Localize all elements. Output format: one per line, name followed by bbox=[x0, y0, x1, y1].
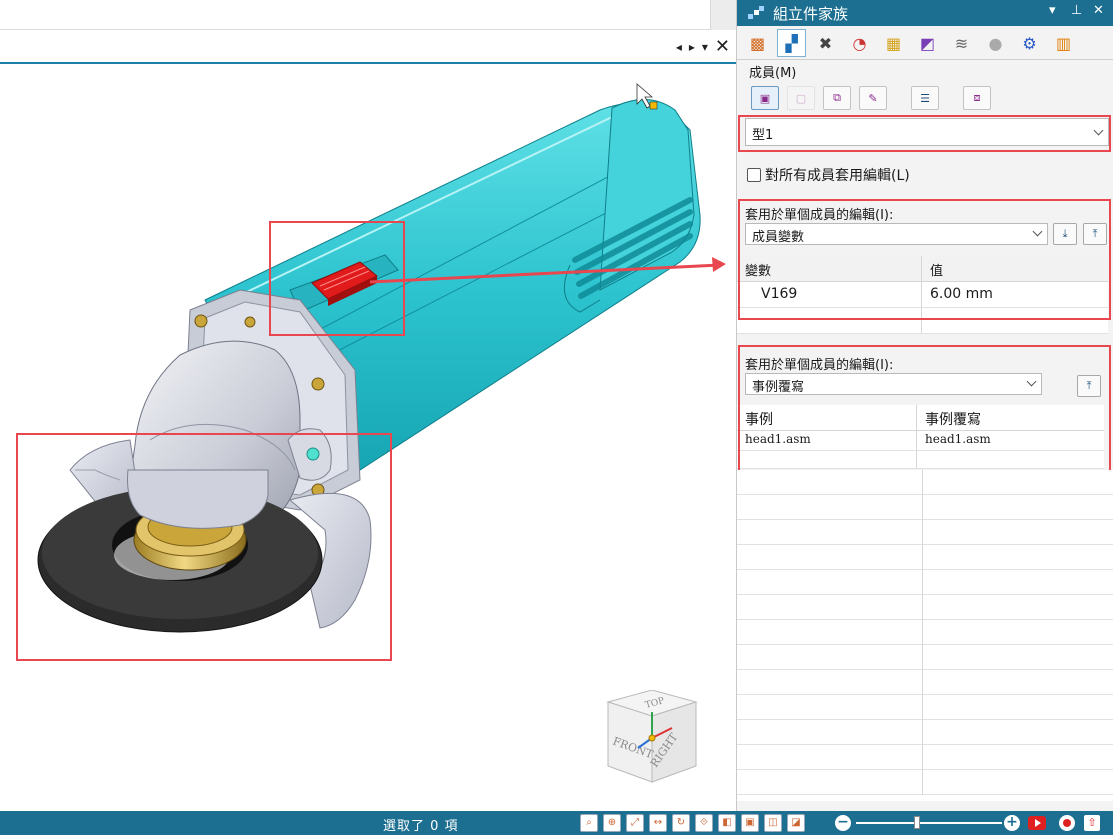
section2-label: 套用於單個成員的編輯(I): bbox=[745, 358, 894, 373]
table-header: 事例 事例覆寫 bbox=[737, 405, 1104, 431]
chevron-down-icon bbox=[1032, 226, 1043, 237]
model-viewport[interactable]: ◂ ▸ ▾ ✕ TOP FRONT RIGHT bbox=[0, 0, 736, 811]
section2-select[interactable]: 事例覆寫 bbox=[745, 373, 1042, 395]
assembly-family-icon bbox=[748, 6, 764, 19]
instance-cell: head1.asm bbox=[737, 431, 917, 450]
variables-table: 變數 值 V169 6.00 mm bbox=[737, 256, 1108, 334]
look-at-icon[interactable]: ⟐ bbox=[695, 814, 713, 832]
annotation-arrow-head bbox=[712, 257, 726, 272]
panel-menu-icon[interactable]: ▾ bbox=[1049, 3, 1056, 18]
table-row-empty[interactable] bbox=[737, 308, 1108, 334]
export-button[interactable]: ⤒ bbox=[1083, 223, 1107, 245]
export-overrides-button[interactable]: ⤒ bbox=[1077, 375, 1101, 397]
panel-tab-strip: ▩ ▞ ✖ ◔ ▦ ◩ ≋ ● ⚙ ▥ bbox=[737, 26, 1113, 60]
tab-controls: ◂ ▸ ▾ ✕ bbox=[676, 38, 730, 56]
section1-select-value: 成員變數 bbox=[752, 230, 805, 245]
zoom-icon[interactable]: ⊕ bbox=[603, 814, 621, 832]
view-orient-icon[interactable]: ◧ bbox=[718, 814, 736, 832]
tab-gauge-icon[interactable]: ◔ bbox=[845, 29, 874, 57]
panel-title-bar: 組立件家族 ▾ ⊥ ✕ bbox=[737, 0, 1113, 26]
table-row[interactable]: head1.asm head1.asm bbox=[737, 431, 1104, 451]
section1-label: 套用於單個成員的編輯(I): bbox=[745, 208, 894, 223]
column-header-variable: 變數 bbox=[737, 256, 922, 281]
apply-all-checkbox-row[interactable]: 對所有成員套用編輯(L) bbox=[747, 165, 910, 185]
tab-settings-icon[interactable]: ⚙ bbox=[1015, 29, 1044, 57]
fit-icon[interactable]: ⤢ bbox=[626, 814, 644, 832]
record-stop-icon[interactable] bbox=[1059, 815, 1075, 831]
tab-layers-icon[interactable]: ≋ bbox=[947, 29, 976, 57]
tab-scroll-right-icon[interactable]: ▸ bbox=[689, 38, 695, 56]
copy-member-button[interactable]: ⧉ bbox=[823, 86, 851, 110]
tab-spheres-icon[interactable]: ● bbox=[981, 29, 1010, 57]
zoom-slider-track[interactable] bbox=[856, 822, 1002, 824]
selection-status-text: 選取了 0 項 bbox=[383, 819, 459, 834]
member-properties-button[interactable]: ⧈ bbox=[963, 86, 991, 110]
member-select-value: 型1 bbox=[752, 128, 774, 143]
view-tool-icons: ⌕ ⊕ ⤢ ↔ ↻ ⟐ ◧ ▣ ◫ ◪ bbox=[580, 814, 805, 832]
tab-chart-icon[interactable]: ▥ bbox=[1049, 29, 1078, 57]
member-select[interactable]: 型1 bbox=[745, 118, 1109, 146]
zoom-out-button[interactable]: − bbox=[835, 815, 851, 831]
section1-select[interactable]: 成員變數 bbox=[745, 223, 1048, 245]
document-tab-row: ◂ ▸ ▾ ✕ bbox=[0, 30, 736, 64]
tab-parts-icon[interactable]: ▩ bbox=[743, 29, 772, 57]
panel-close-icon[interactable]: ✕ bbox=[1093, 3, 1104, 18]
tab-tools-icon[interactable]: ✖ bbox=[811, 29, 840, 57]
rename-member-button[interactable]: ✎ bbox=[859, 86, 887, 110]
tab-scroll-left-icon[interactable]: ◂ bbox=[676, 38, 682, 56]
tab-grid-icon[interactable]: ▦ bbox=[879, 29, 908, 57]
zoom-slider-thumb[interactable] bbox=[914, 816, 920, 829]
column-header-value: 值 bbox=[930, 264, 944, 279]
variable-name-cell: V169 bbox=[737, 282, 922, 307]
top-strip bbox=[0, 0, 736, 30]
overrides-table: 事例 事例覆寫 head1.asm head1.asm bbox=[737, 405, 1104, 469]
member-table-button[interactable]: ☰ bbox=[911, 86, 939, 110]
pan-icon[interactable]: ↔ bbox=[649, 814, 667, 832]
chevron-down-icon bbox=[1026, 376, 1037, 387]
close-document-icon[interactable]: ✕ bbox=[715, 38, 730, 56]
delete-member-button[interactable]: ▢ bbox=[787, 86, 815, 110]
variable-value-cell[interactable]: 6.00 mm bbox=[922, 282, 1108, 307]
import-button[interactable]: ⤓ bbox=[1053, 223, 1077, 245]
chevron-down-icon bbox=[1093, 125, 1104, 136]
tab-list-icon[interactable]: ▾ bbox=[702, 38, 708, 56]
display-style-icon[interactable]: ◫ bbox=[764, 814, 782, 832]
empty-grid-rows bbox=[737, 470, 1113, 801]
section-view-icon[interactable]: ◪ bbox=[787, 814, 805, 832]
tab-family-icon[interactable]: ▞ bbox=[777, 29, 806, 57]
table-row[interactable]: V169 6.00 mm bbox=[737, 282, 1108, 308]
status-bar: 選取了 0 項 ⌕ ⊕ ⤢ ↔ ↻ ⟐ ◧ ▣ ◫ ◪ − + ⇧ bbox=[0, 811, 1113, 835]
vertical-scrollbar[interactable] bbox=[710, 0, 736, 30]
panel-title: 組立件家族 bbox=[773, 5, 849, 23]
apply-all-checkbox[interactable] bbox=[747, 168, 761, 182]
zoom-area-icon[interactable]: ⌕ bbox=[580, 814, 598, 832]
members-toolbar: ▣ ▢ ⧉ ✎ ☰ ⧈ bbox=[751, 86, 991, 110]
column-header-override: 事例覆寫 bbox=[925, 412, 981, 428]
apply-all-label: 對所有成員套用編輯(L) bbox=[765, 168, 910, 184]
section2-select-value: 事例覆寫 bbox=[752, 380, 805, 395]
table-row-empty[interactable] bbox=[737, 451, 1104, 469]
table-header: 變數 值 bbox=[737, 256, 1108, 282]
shading-icon[interactable]: ▣ bbox=[741, 814, 759, 832]
members-label: 成員(M) bbox=[749, 66, 797, 81]
panel-pin-icon[interactable]: ⊥ bbox=[1071, 3, 1082, 18]
share-icon[interactable]: ⇧ bbox=[1084, 815, 1100, 831]
assembly-family-panel: 組立件家族 ▾ ⊥ ✕ ▩ ▞ ✖ ◔ ▦ ◩ ≋ ● ⚙ ▥ 成員(M) ▣ … bbox=[736, 0, 1113, 811]
tab-color-icon[interactable]: ◩ bbox=[913, 29, 942, 57]
zoom-in-button[interactable]: + bbox=[1004, 815, 1020, 831]
video-record-icon[interactable] bbox=[1028, 816, 1046, 830]
column-header-instance: 事例 bbox=[737, 405, 917, 430]
add-member-button[interactable]: ▣ bbox=[751, 86, 779, 110]
view-cube[interactable]: TOP FRONT RIGHT bbox=[604, 690, 700, 786]
rotate-icon[interactable]: ↻ bbox=[672, 814, 690, 832]
override-cell[interactable]: head1.asm bbox=[917, 431, 1104, 450]
